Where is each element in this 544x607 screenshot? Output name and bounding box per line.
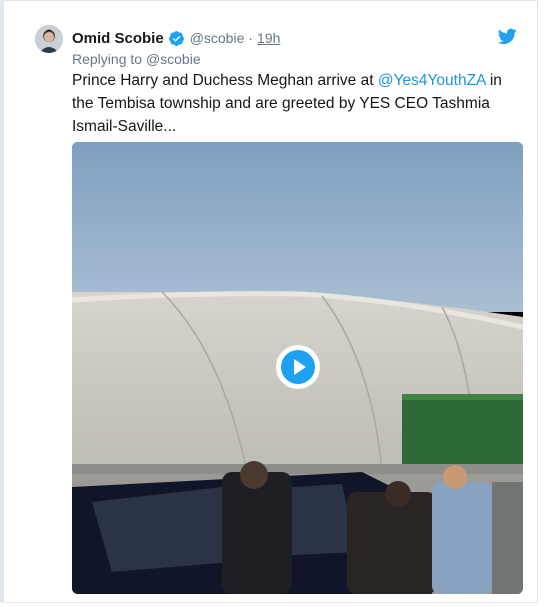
author-handle[interactable]: @scobie — [190, 30, 245, 46]
twitter-bird-icon[interactable] — [498, 28, 517, 45]
tweet-text: Prince Harry and Duchess Meghan arrive a… — [72, 69, 524, 138]
tweet-card[interactable]: Omid Scobie @scobie · 19h Replying to @s… — [0, 0, 538, 603]
replying-to: Replying to @scobie — [72, 51, 201, 67]
tweet-text-part-1: Prince Harry and Duchess Meghan arrive a… — [72, 72, 378, 89]
avatar[interactable] — [35, 25, 63, 53]
play-icon — [281, 350, 315, 384]
play-button[interactable] — [276, 345, 320, 389]
avatar-image — [35, 25, 63, 53]
separator: · — [248, 30, 254, 46]
verified-badge-icon — [168, 30, 184, 46]
author-name[interactable]: Omid Scobie — [72, 30, 164, 47]
replying-handle-link[interactable]: @scobie — [146, 51, 201, 67]
timestamp-link[interactable]: 19h — [257, 30, 280, 46]
mention-link[interactable]: @Yes4YouthZA — [378, 72, 486, 89]
tweet-header: Omid Scobie @scobie · 19h — [72, 28, 517, 48]
video-player[interactable] — [72, 142, 523, 594]
replying-prefix: Replying to — [72, 51, 143, 67]
